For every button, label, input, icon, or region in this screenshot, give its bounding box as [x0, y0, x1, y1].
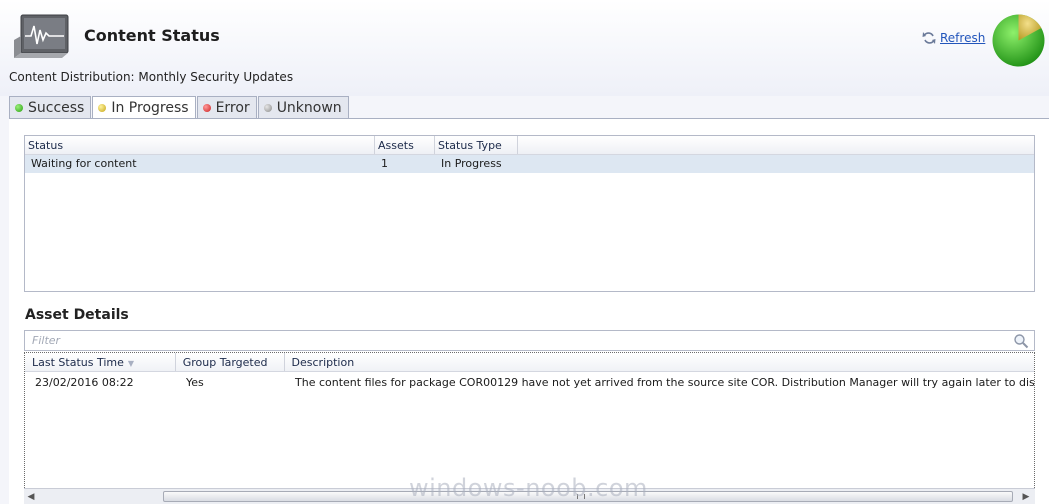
- watermark: windows-noob.com: [409, 474, 648, 502]
- asset-details-title: Asset Details: [25, 307, 129, 323]
- filter-input[interactable]: [25, 331, 985, 350]
- column-header-description[interactable]: Description: [285, 353, 1034, 371]
- in-progress-status-icon: [98, 104, 107, 112]
- column-label: Last Status Time: [32, 356, 124, 369]
- tab-label: Error: [215, 99, 250, 116]
- status-table-header: Status Assets Status Type: [25, 136, 1034, 155]
- asset-table-header: Last Status Time ▼ Group Targeted Descrip…: [25, 353, 1034, 372]
- refresh-icon: [922, 32, 936, 44]
- status-tabs: Success In Progress Error Unknown: [9, 96, 350, 119]
- refresh-button[interactable]: Refresh: [922, 31, 985, 45]
- refresh-label: Refresh: [940, 31, 986, 45]
- page-subtitle: Content Distribution: Monthly Security U…: [9, 70, 294, 84]
- table-row[interactable]: 23/02/2016 08:22 Yes The content files f…: [25, 372, 1034, 392]
- column-header-group-targeted[interactable]: Group Targeted: [176, 353, 285, 371]
- tab-success[interactable]: Success: [9, 96, 92, 118]
- tab-unknown[interactable]: Unknown: [257, 96, 349, 118]
- column-header-assets[interactable]: Assets: [375, 136, 435, 154]
- error-status-icon: [202, 103, 211, 112]
- monitor-pulse-icon: [14, 14, 69, 58]
- success-status-icon: [15, 103, 23, 112]
- filter-box: [24, 330, 1035, 351]
- status-type-cell: In Progress: [441, 157, 502, 170]
- group-targeted-cell: Yes: [186, 376, 204, 389]
- tab-label: In Progress: [111, 100, 189, 116]
- last-status-time-cell: 23/02/2016 08:22: [35, 376, 134, 389]
- status-cell: Waiting for content: [31, 157, 137, 170]
- unknown-status-icon: [263, 103, 272, 112]
- search-icon[interactable]: [1013, 333, 1029, 349]
- scroll-right-icon[interactable]: ▶: [1019, 492, 1033, 502]
- sort-descending-icon: ▼: [127, 359, 135, 368]
- column-header-status-type[interactable]: Status Type: [435, 136, 518, 154]
- description-cell: The content files for package COR00129 h…: [295, 376, 1034, 389]
- column-header-status[interactable]: Status: [25, 136, 375, 154]
- column-header-last-status-time[interactable]: Last Status Time ▼: [25, 353, 176, 371]
- tab-error[interactable]: Error: [196, 96, 257, 118]
- tab-in-progress[interactable]: In Progress: [92, 96, 196, 119]
- table-row[interactable]: Waiting for content 1 In Progress: [25, 155, 1034, 173]
- status-table: Status Assets Status Type Waiting for co…: [24, 135, 1035, 292]
- tab-label: Success: [28, 99, 85, 116]
- scroll-left-icon[interactable]: ◀: [24, 492, 38, 502]
- assets-cell: 1: [381, 157, 388, 170]
- tab-label: Unknown: [276, 99, 342, 116]
- status-pie-chart: [992, 14, 1045, 67]
- page-title: Content Status: [84, 26, 220, 45]
